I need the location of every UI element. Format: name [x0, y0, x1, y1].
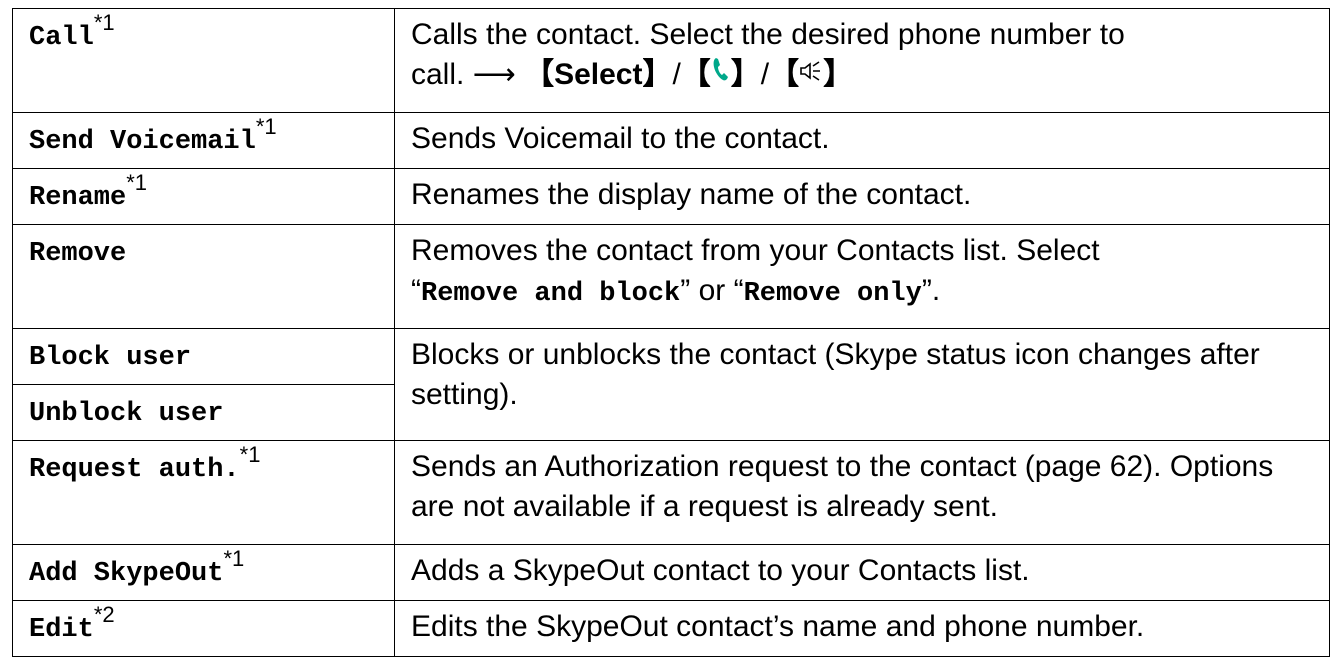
description-text: Calls the contact. Select the desired ph…: [411, 18, 1125, 51]
option-label: Call: [29, 23, 94, 53]
quote-open: “: [733, 274, 744, 307]
choice-remove-and-block: Remove and block: [421, 279, 681, 309]
bracket-close: 】: [823, 58, 854, 91]
quote-open: “: [411, 274, 421, 307]
table-row: Send Voicemail*1 Sends Voicemail to the …: [12, 112, 1330, 169]
table-row: Rename*1 Renames the display name of the…: [12, 168, 1330, 225]
table-row: Add SkypeOut*1 Adds a SkypeOut contact t…: [12, 544, 1330, 601]
description-call: Calls the contact. Select the desired ph…: [394, 8, 1330, 113]
speakerphone-icon: [799, 53, 823, 93]
bracket-open: 【: [524, 58, 555, 91]
separator: /: [760, 58, 770, 91]
arrow-icon: ⟶: [472, 58, 516, 91]
period: .: [931, 274, 941, 307]
table-row: Block user Blocks or unblocks the contac…: [12, 328, 1330, 441]
description-text: Removes the contact from your Contacts l…: [411, 234, 1100, 267]
option-label: Unblock user: [29, 399, 224, 429]
separator: /: [672, 58, 681, 91]
table-row: Remove Removes the contact from your Con…: [12, 224, 1330, 329]
description-text: Adds a SkypeOut contact to your Contacts…: [411, 554, 1030, 587]
description-text: call.: [411, 58, 465, 91]
table-row: Call*1 Calls the contact. Select the des…: [12, 8, 1330, 113]
footnote-marker: *2: [93, 602, 115, 627]
footnote-marker: *1: [93, 10, 115, 35]
footnote-marker: *1: [255, 114, 277, 139]
option-send-voicemail: Send Voicemail*1: [12, 112, 395, 169]
phone-handset-icon: [711, 53, 731, 93]
description-request-auth: Sends an Authorization request to the co…: [394, 440, 1330, 545]
quote-close: ”: [680, 274, 691, 307]
option-remove: Remove: [12, 224, 395, 329]
choice-remove-only: Remove only: [743, 279, 922, 309]
bracket-open: 【: [680, 58, 711, 91]
description-text: Renames the display name of the contact.: [411, 178, 972, 211]
bracket-open: 【: [769, 58, 800, 91]
select-key-label: Select: [554, 58, 643, 91]
description-edit: Edits the SkypeOut contact’s name and ph…: [394, 600, 1330, 657]
option-label: Block user: [29, 343, 192, 373]
description-text: Blocks or unblocks the contact (Skype st…: [411, 338, 1260, 411]
option-label: Add SkypeOut: [29, 559, 224, 589]
option-add-skypeout: Add SkypeOut*1: [12, 544, 395, 601]
description-remove: Removes the contact from your Contacts l…: [394, 224, 1330, 329]
description-text: Sends an Authorization request to the co…: [411, 450, 1274, 523]
option-label: Request auth.: [29, 455, 240, 485]
description-rename: Renames the display name of the contact.: [394, 168, 1330, 225]
option-request-auth: Request auth.*1: [12, 440, 395, 545]
option-label: Edit: [29, 615, 94, 645]
table-row: Request auth.*1 Sends an Authorization r…: [12, 440, 1330, 545]
table-row: Edit*2 Edits the SkypeOut contact’s name…: [12, 600, 1330, 657]
footnote-marker: *1: [239, 442, 261, 467]
contact-options-table: Call*1 Calls the contact. Select the des…: [12, 8, 1330, 657]
option-call: Call*1: [12, 8, 395, 113]
bracket-close: 】: [730, 58, 761, 91]
quote-close: ”: [921, 274, 932, 307]
description-text: Sends Voicemail to the contact.: [411, 122, 830, 155]
option-label: Rename: [29, 183, 127, 213]
option-label: Send Voicemail: [29, 127, 256, 157]
description-add-skypeout: Adds a SkypeOut contact to your Contacts…: [394, 544, 1330, 601]
option-edit: Edit*2: [12, 600, 395, 657]
bracket-close: 】: [642, 58, 673, 91]
option-unblock-user: Unblock user: [12, 384, 395, 441]
description-text: Edits the SkypeOut contact’s name and ph…: [411, 610, 1145, 643]
option-rename: Rename*1: [12, 168, 395, 225]
option-block-user: Block user: [12, 328, 395, 385]
footnote-marker: *1: [223, 546, 245, 571]
option-label: Remove: [29, 239, 127, 269]
footnote-marker: *1: [126, 170, 148, 195]
description-block-unblock: Blocks or unblocks the contact (Skype st…: [394, 328, 1330, 441]
description-send-voicemail: Sends Voicemail to the contact.: [394, 112, 1330, 169]
or-word: or: [690, 274, 734, 307]
